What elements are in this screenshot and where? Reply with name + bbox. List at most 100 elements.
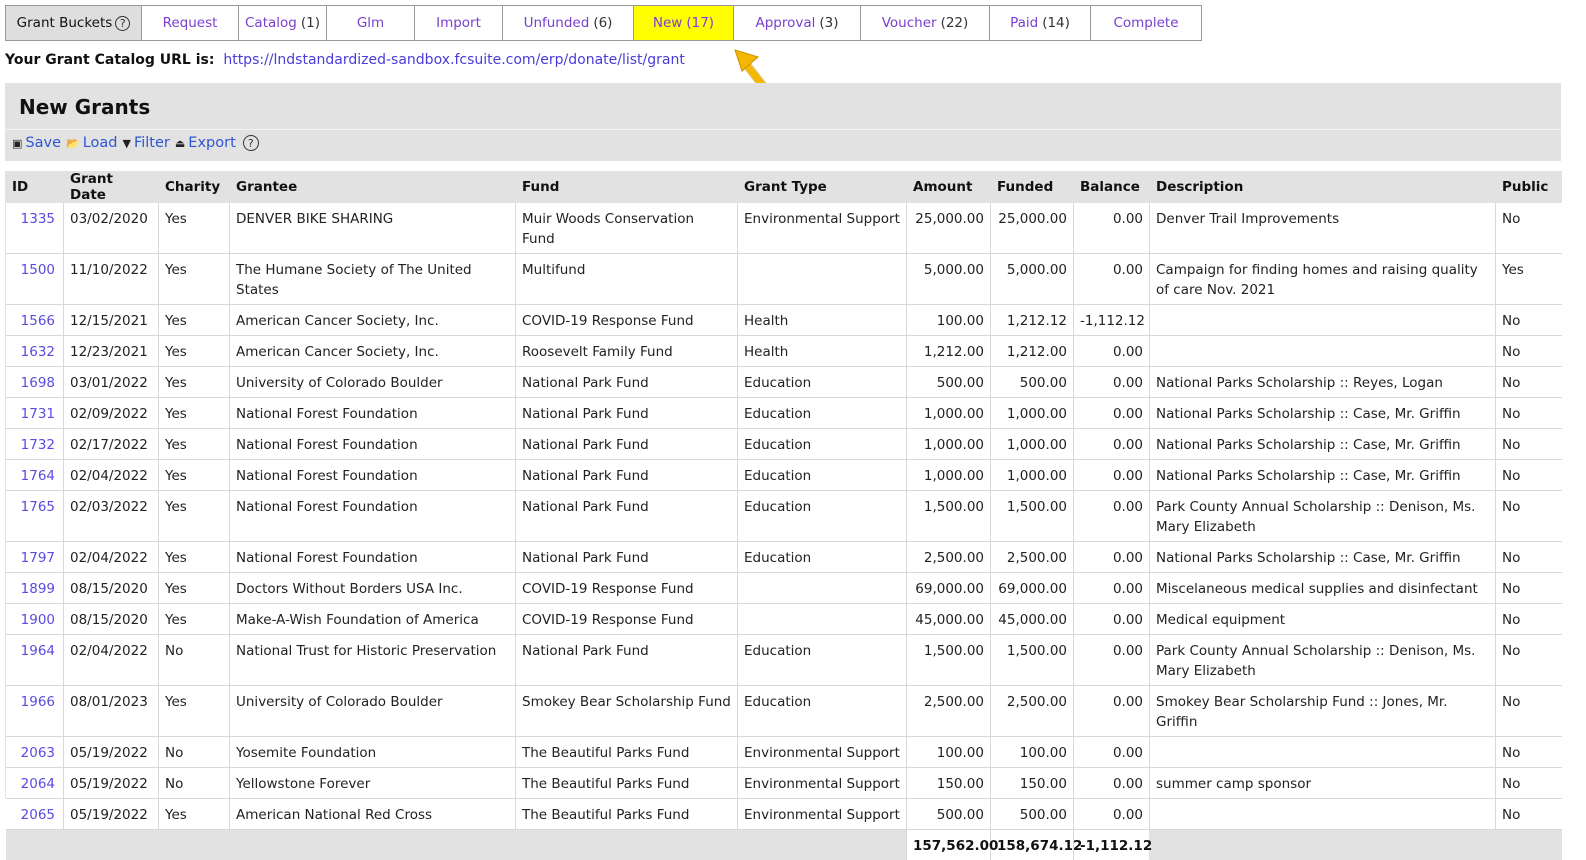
totals-cell xyxy=(1496,830,1562,860)
table-cell: 08/01/2023 xyxy=(64,686,159,737)
catalog-url-link[interactable]: https://lndstandardized-sandbox.fcsuite.… xyxy=(223,52,685,68)
grant-id-link[interactable]: 1899 xyxy=(21,581,55,597)
tab-new[interactable]: New(17) xyxy=(634,6,734,40)
table-cell: 1,000.00 xyxy=(907,460,991,491)
grant-id-link[interactable]: 1732 xyxy=(21,437,55,453)
grant-id-cell: 1632 xyxy=(6,336,64,367)
table-cell: National Park Fund xyxy=(516,460,738,491)
tab-paid[interactable]: Paid(14) xyxy=(990,6,1091,40)
column-header[interactable]: Public xyxy=(1496,171,1562,203)
tab-request[interactable]: Request xyxy=(142,6,239,40)
column-header[interactable]: Charity xyxy=(159,171,230,203)
grant-id-cell: 2065 xyxy=(6,799,64,830)
table-cell xyxy=(738,604,907,635)
table-cell: University of Colorado Boulder xyxy=(230,367,516,398)
table-cell: Denver Trail Improvements xyxy=(1150,203,1496,254)
table-cell: Medical equipment xyxy=(1150,604,1496,635)
table-cell: 12/15/2021 xyxy=(64,305,159,336)
column-header[interactable]: Funded xyxy=(991,171,1074,203)
export-button[interactable]: ⏏ Export xyxy=(175,135,236,151)
tab-approval[interactable]: Approval(3) xyxy=(734,6,861,40)
table-cell xyxy=(738,254,907,305)
table-cell: National Parks Scholarship :: Case, Mr. … xyxy=(1150,429,1496,460)
table-cell: 0.00 xyxy=(1074,460,1150,491)
grant-id-link[interactable]: 1335 xyxy=(21,211,55,227)
table-cell: 1,000.00 xyxy=(907,429,991,460)
grant-id-link[interactable]: 1964 xyxy=(21,643,55,659)
table-cell: 0.00 xyxy=(1074,542,1150,573)
tab-glm[interactable]: Glm xyxy=(327,6,415,40)
grant-id-link[interactable]: 1566 xyxy=(21,313,55,329)
grant-id-link[interactable]: 1765 xyxy=(21,499,55,515)
totals-cell xyxy=(738,830,907,860)
grant-id-link[interactable]: 2065 xyxy=(21,807,55,823)
table-cell: 1,000.00 xyxy=(991,398,1074,429)
column-header[interactable]: Grant Date xyxy=(64,171,159,203)
table-cell xyxy=(1150,305,1496,336)
table-cell: 1,500.00 xyxy=(907,635,991,686)
totals-cell xyxy=(516,830,738,860)
load-button[interactable]: 📂 Load xyxy=(66,135,118,151)
table-cell: 02/09/2022 xyxy=(64,398,159,429)
table-cell: Education xyxy=(738,635,907,686)
table-cell: Yes xyxy=(159,429,230,460)
table-cell: Make-A-Wish Foundation of America xyxy=(230,604,516,635)
table-cell: 0.00 xyxy=(1074,686,1150,737)
grant-id-link[interactable]: 2063 xyxy=(21,745,55,761)
table-cell: 2,500.00 xyxy=(991,686,1074,737)
table-cell: American Cancer Society, Inc. xyxy=(230,305,516,336)
table-cell: Yes xyxy=(159,305,230,336)
table-cell: Education xyxy=(738,542,907,573)
grant-id-cell: 1698 xyxy=(6,367,64,398)
totals-cell xyxy=(6,830,64,860)
table-row: 176502/03/2022YesNational Forest Foundat… xyxy=(6,491,1562,542)
grant-id-link[interactable]: 2064 xyxy=(21,776,55,792)
grant-id-link[interactable]: 1797 xyxy=(21,550,55,566)
column-header[interactable]: Fund xyxy=(516,171,738,203)
grant-id-link[interactable]: 1698 xyxy=(21,375,55,391)
tab-unfunded[interactable]: Unfunded(6) xyxy=(503,6,634,40)
table-cell: National Forest Foundation xyxy=(230,429,516,460)
grant-id-link[interactable]: 1900 xyxy=(21,612,55,628)
grant-id-link[interactable]: 1731 xyxy=(21,406,55,422)
table-cell: COVID-19 Response Fund xyxy=(516,604,738,635)
table-cell: No xyxy=(159,737,230,768)
table-cell: 02/04/2022 xyxy=(64,635,159,686)
table-cell: 0.00 xyxy=(1074,799,1150,830)
grant-id-link[interactable]: 1966 xyxy=(21,694,55,710)
grant-id-link[interactable]: 1500 xyxy=(21,262,55,278)
column-header[interactable]: Grantee xyxy=(230,171,516,203)
totals-cell xyxy=(159,830,230,860)
tab-catalog[interactable]: Catalog(1) xyxy=(239,6,327,40)
table-cell: American National Red Cross xyxy=(230,799,516,830)
tab-voucher[interactable]: Voucher(22) xyxy=(861,6,990,40)
column-header[interactable]: ID xyxy=(6,171,64,203)
tab-complete[interactable]: Complete xyxy=(1091,6,1201,40)
tab-label: Catalog xyxy=(245,15,297,31)
table-cell: 100.00 xyxy=(907,305,991,336)
table-row: 189908/15/2020YesDoctors Without Borders… xyxy=(6,573,1562,604)
toolbar-help-icon[interactable]: ? xyxy=(243,135,259,151)
table-cell: Yes xyxy=(159,336,230,367)
grant-id-link[interactable]: 1764 xyxy=(21,468,55,484)
column-header[interactable]: Grant Type xyxy=(738,171,907,203)
totals-row: 157,562.00158,674.12-1,112.12 xyxy=(6,830,1562,860)
column-header[interactable]: Amount xyxy=(907,171,991,203)
grants-table: IDGrant DateCharityGranteeFundGrant Type… xyxy=(5,171,1562,860)
column-header[interactable]: Description xyxy=(1150,171,1496,203)
tab-import[interactable]: Import xyxy=(415,6,503,40)
table-cell: No xyxy=(1496,367,1562,398)
table-cell: Yes xyxy=(159,203,230,254)
column-header[interactable]: Balance xyxy=(1074,171,1150,203)
table-cell: National Forest Foundation xyxy=(230,398,516,429)
save-button[interactable]: ▣ Save xyxy=(12,135,61,151)
grant-id-link[interactable]: 1632 xyxy=(21,344,55,360)
table-cell: 69,000.00 xyxy=(991,573,1074,604)
table-cell: 02/04/2022 xyxy=(64,460,159,491)
table-cell: No xyxy=(1496,768,1562,799)
help-icon[interactable]: ? xyxy=(115,16,130,31)
tab-count: (14) xyxy=(1042,15,1070,31)
table-cell: 0.00 xyxy=(1074,768,1150,799)
table-cell: 45,000.00 xyxy=(991,604,1074,635)
filter-button[interactable]: ▼ Filter xyxy=(123,135,170,151)
